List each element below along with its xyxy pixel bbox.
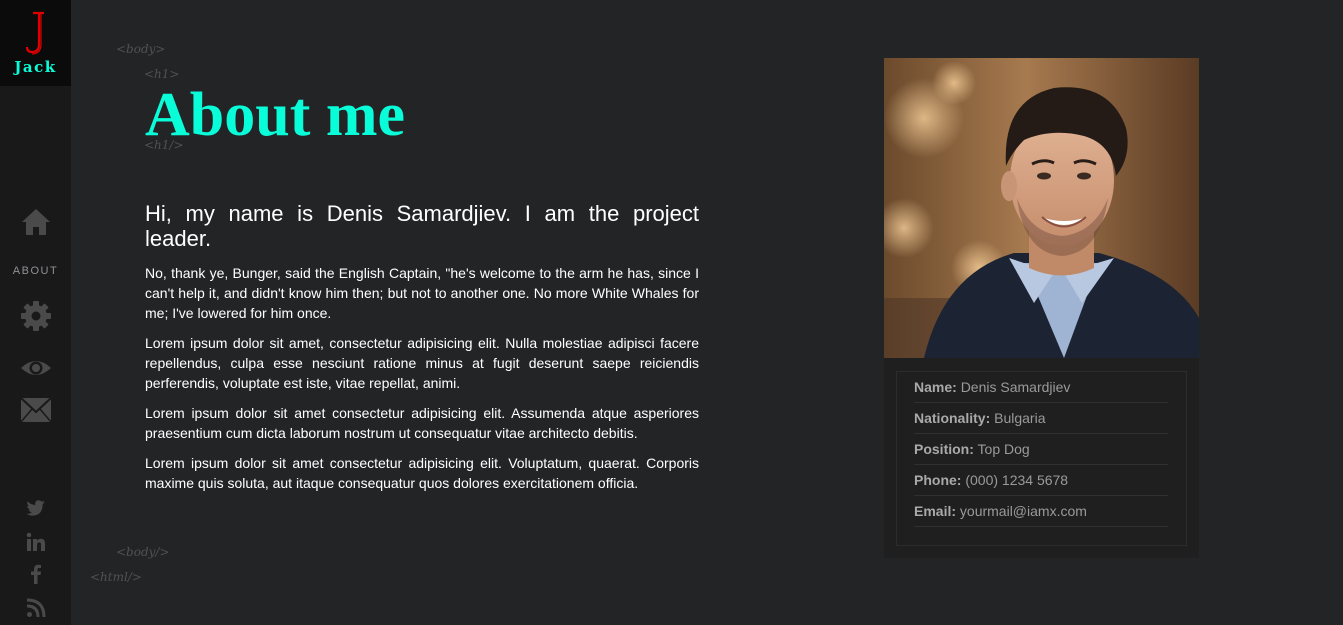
profile-info-box: Name: Denis Samardjiev Nationality: Bulg… <box>896 371 1187 546</box>
profile-photo-image <box>884 58 1199 358</box>
logo-text: Jack <box>14 58 57 76</box>
body-open-tag: <body> <box>116 42 166 56</box>
page-title: About me <box>145 81 406 149</box>
gear-icon[interactable] <box>20 300 52 332</box>
info-value: Top Dog <box>977 441 1030 457</box>
facebook-icon[interactable] <box>26 564 46 584</box>
info-row-email: Email: yourmail@iamx.com <box>914 496 1168 527</box>
paragraph: Lorem ipsum dolor sit amet, consectetur … <box>145 335 699 391</box>
info-row-phone: Phone: (000) 1234 5678 <box>914 465 1168 496</box>
profile-info-card: Name: Denis Samardjiev Nationality: Bulg… <box>884 358 1199 558</box>
paragraph: No, thank ye, Bunger, said the English C… <box>145 265 699 321</box>
twitter-icon[interactable] <box>26 498 46 518</box>
info-label: Name: <box>914 379 957 395</box>
profile-photo <box>884 58 1199 358</box>
info-row-name: Name: Denis Samardjiev <box>914 372 1168 403</box>
rss-icon[interactable] <box>26 598 46 618</box>
h1-open-tag: <h1> <box>144 67 180 81</box>
profile-info-list: Name: Denis Samardjiev Nationality: Bulg… <box>897 372 1186 527</box>
paragraph: Lorem ipsum dolor sit amet consectetur a… <box>145 405 699 441</box>
info-value: Bulgaria <box>994 410 1046 426</box>
body-close-tag: <body/> <box>116 545 170 559</box>
intro-heading: Hi, my name is Denis Samardjiev. I am th… <box>145 201 699 251</box>
info-value: Denis Samardjiev <box>960 379 1071 395</box>
logo[interactable]: Jack <box>0 0 71 86</box>
info-row-position: Position: Top Dog <box>914 434 1168 465</box>
html-close-tag: <html/> <box>90 570 142 584</box>
info-value[interactable]: yourmail@iamx.com <box>960 503 1087 519</box>
nav-about-label[interactable]: ABOUT <box>0 265 71 277</box>
about-content: Hi, my name is Denis Samardjiev. I am th… <box>145 201 699 503</box>
info-label: Position: <box>914 441 974 457</box>
logo-mark <box>25 11 44 55</box>
paragraph: Lorem ipsum dolor sit amet consectetur a… <box>145 455 699 491</box>
info-label: Email: <box>914 503 957 519</box>
home-icon[interactable] <box>20 206 52 238</box>
linkedin-icon[interactable] <box>26 532 46 552</box>
info-value: (000) 1234 5678 <box>965 472 1069 488</box>
info-row-nationality: Nationality: Bulgaria <box>914 403 1168 434</box>
info-label: Phone: <box>914 472 962 488</box>
eye-icon[interactable] <box>20 352 52 384</box>
info-label: Nationality: <box>914 410 991 426</box>
sidebar: Jack ABOUT <box>0 0 71 625</box>
envelope-icon[interactable] <box>20 394 52 426</box>
